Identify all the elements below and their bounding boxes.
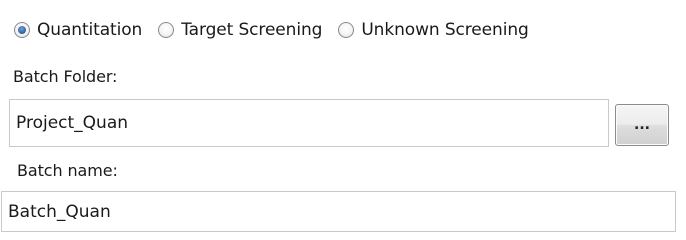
radio-target-screening[interactable]: Target Screening [158,20,322,40]
radio-unknown-screening[interactable]: Unknown Screening [338,20,529,40]
radio-unselected-icon[interactable] [338,22,355,38]
radio-unselected-icon[interactable] [158,22,175,38]
radio-quantitation-label[interactable]: Quantitation [37,20,142,40]
batch-name-input[interactable] [1,191,676,232]
batch-name-label: Batch name: [17,161,118,180]
analysis-mode-radio-group: Quantitation Target Screening Unknown Sc… [14,15,529,45]
radio-target-screening-label[interactable]: Target Screening [181,20,322,40]
radio-unknown-screening-label[interactable]: Unknown Screening [361,20,528,40]
batch-folder-input[interactable] [9,99,609,147]
browse-folder-button[interactable]: ... [615,104,669,146]
radio-selected-icon[interactable] [14,22,30,38]
batch-folder-label: Batch Folder: [13,67,118,86]
radio-quantitation[interactable]: Quantitation [14,20,142,40]
